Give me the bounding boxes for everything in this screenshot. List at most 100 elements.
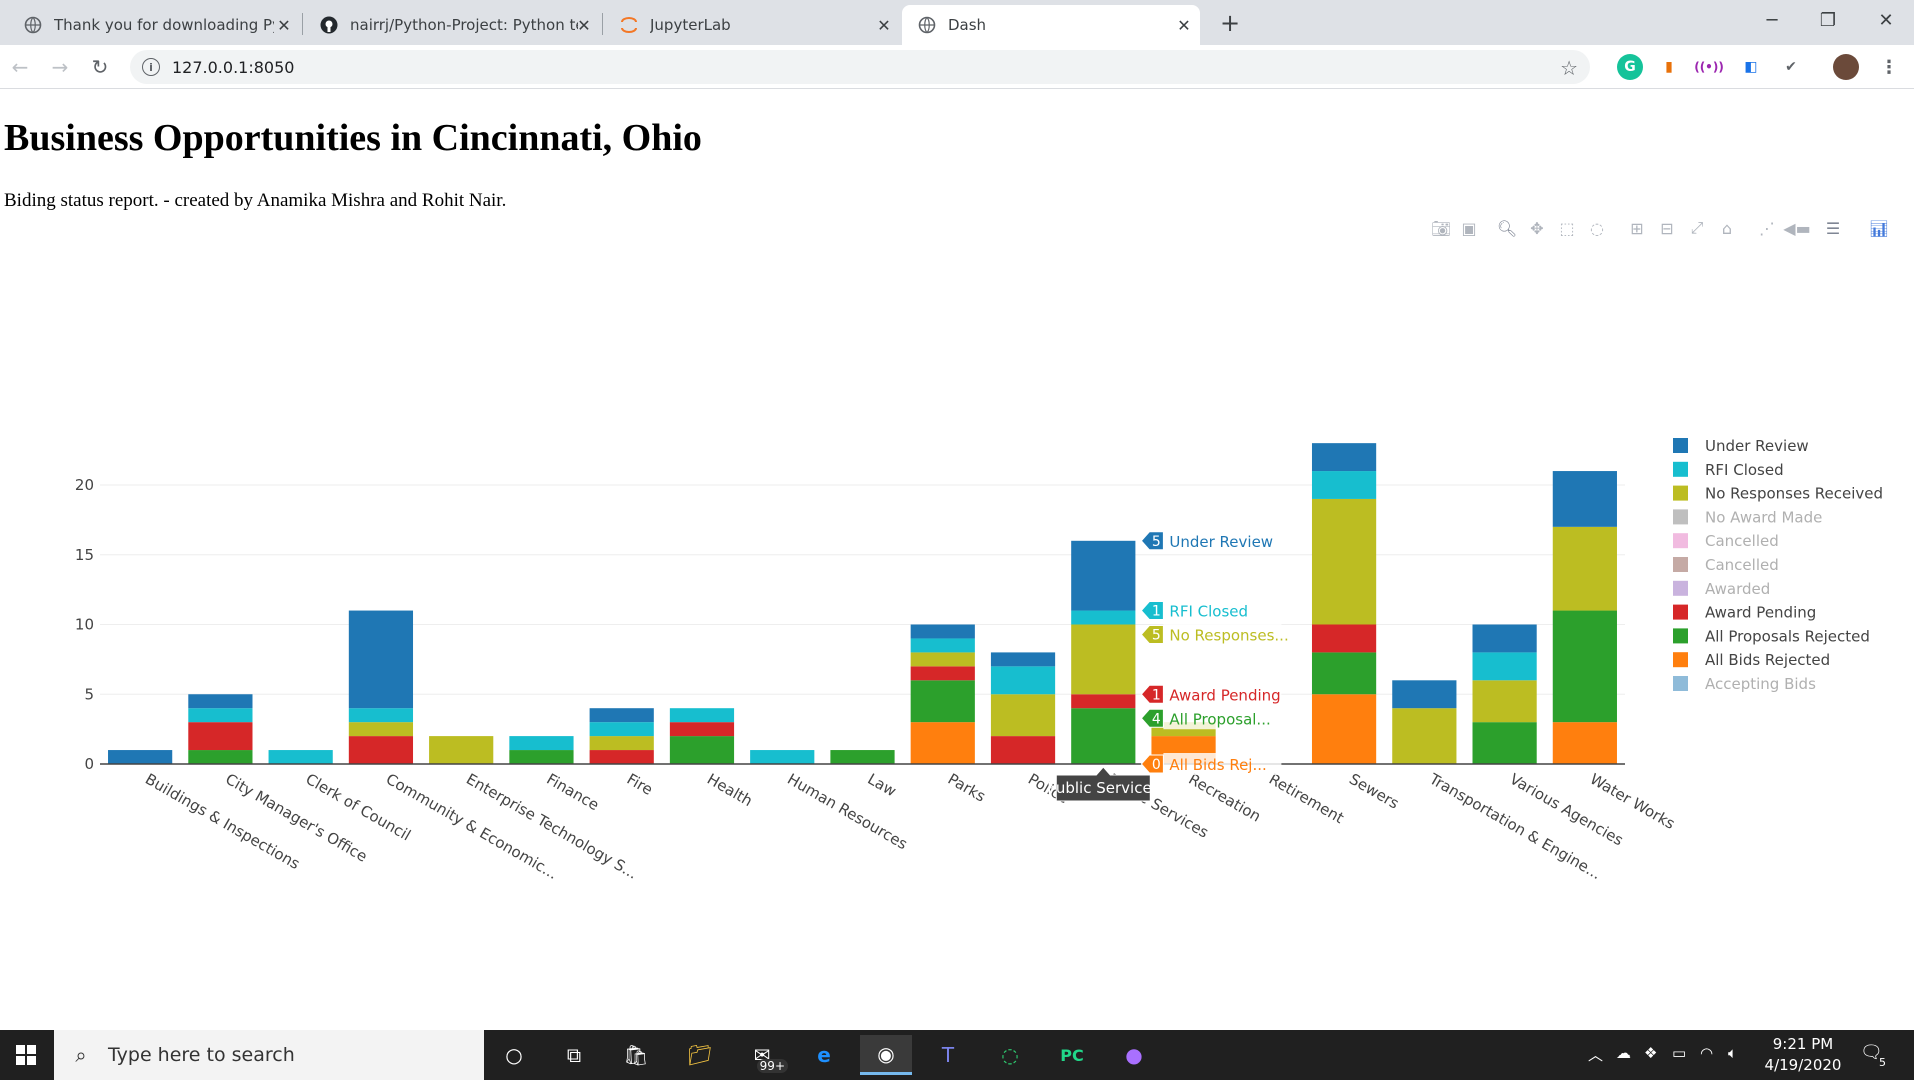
github-desktop-icon[interactable]: ● <box>1108 1035 1160 1075</box>
file-explorer-icon[interactable]: 📁︎ <box>674 1035 726 1075</box>
tab-jupyterlab[interactable]: JupyterLab ✕ <box>604 5 900 45</box>
tab-close-icon[interactable]: ✕ <box>874 15 894 35</box>
legend-label: Accepting Bids <box>1705 675 1816 693</box>
dropbox-icon[interactable]: ❖ <box>1644 1044 1657 1062</box>
restore-button[interactable]: ❐ <box>1800 0 1856 40</box>
bar-segment <box>990 694 1056 737</box>
legend-item[interactable]: Under Review <box>1673 437 1809 455</box>
forward-button[interactable]: → <box>44 51 76 83</box>
edge-icon[interactable]: e <box>798 1035 850 1075</box>
address-bar[interactable]: i 127.0.0.1:8050 ☆ <box>130 50 1590 84</box>
save-icon[interactable]: ▣ <box>1458 217 1480 239</box>
tab-close-icon[interactable]: ✕ <box>274 15 294 35</box>
legend: Under Review RFI Closed No Responses Recei… <box>1673 437 1883 693</box>
taskbar-clock[interactable]: 9:21 PM 4/19/2020 <box>1760 1034 1846 1076</box>
legend-item[interactable]: Accepting Bids <box>1673 675 1816 693</box>
bar-segment <box>910 652 975 667</box>
taskbar-search-box[interactable]: ⌕ Type here to search <box>54 1030 484 1080</box>
windows-start-icon[interactable] <box>0 1035 52 1075</box>
new-tab-button[interactable]: + <box>1215 8 1245 38</box>
hover-series-text: Under Review <box>1169 533 1273 551</box>
bar-segment <box>910 680 975 723</box>
bar-segment <box>910 638 975 653</box>
pan-icon[interactable]: ✥ <box>1526 217 1548 239</box>
axes: 05101520Buildings & InspectionsCity Mana… <box>75 476 1678 883</box>
lasso-icon[interactable]: ◌ <box>1586 217 1608 239</box>
hover-closest-icon[interactable]: ◀▬ <box>1783 217 1810 239</box>
bar-segment <box>750 750 815 764</box>
legend-item[interactable]: RFI Closed <box>1673 461 1784 479</box>
autoscale-icon[interactable]: ⤢ <box>1686 217 1708 239</box>
search-placeholder: Type here to search <box>108 1044 295 1066</box>
browser-toolbar: ← → ↻ i 127.0.0.1:8050 ☆ G ▮ ((•)) ◧ ✔ ⋮ <box>0 45 1914 89</box>
tab-divider <box>602 13 603 35</box>
info-icon[interactable]: i <box>142 58 160 76</box>
spike-lines-icon[interactable]: ⋰ <box>1756 217 1778 239</box>
plotly-logo-icon[interactable]: 📊︎ <box>1868 217 1890 239</box>
tab-dash[interactable]: Dash ✕ <box>902 5 1200 45</box>
battery-icon[interactable]: ▭ <box>1672 1044 1686 1062</box>
bar-segment <box>589 736 654 751</box>
box-select-icon[interactable]: ⬚ <box>1556 217 1578 239</box>
bookmark-star-icon[interactable]: ☆ <box>1560 56 1578 80</box>
legend-item[interactable]: No Responses Received <box>1673 485 1883 503</box>
tab-pycharm-download[interactable]: Thank you for downloading PyCh ✕ <box>8 5 300 45</box>
browser-menu-icon[interactable]: ⋮ <box>1876 54 1902 80</box>
minimize-button[interactable]: ─ <box>1744 0 1800 40</box>
check-extension-icon[interactable]: ✔ <box>1778 54 1804 80</box>
broadcast-extension-icon[interactable]: ((•)) <box>1694 54 1724 80</box>
legend-swatch <box>1673 676 1688 691</box>
show-hidden-icons[interactable]: ︿ <box>1588 1044 1603 1065</box>
teams-icon[interactable]: T <box>922 1035 974 1075</box>
tab-github[interactable]: nairrj/Python-Project: Python tea ✕ <box>304 5 600 45</box>
legend-item[interactable]: All Bids Rejected <box>1673 651 1830 669</box>
bar-segment <box>1472 722 1537 764</box>
reader-extension-icon[interactable]: ◧ <box>1738 54 1764 80</box>
close-window-button[interactable]: ✕ <box>1858 0 1914 40</box>
legend-swatch <box>1673 509 1688 525</box>
page-subtitle: Biding status report. - created by Anami… <box>4 190 507 211</box>
cortana-icon[interactable]: ○ <box>488 1035 540 1075</box>
bar-segment <box>1311 471 1377 499</box>
hover-series-text: RFI Closed <box>1169 603 1248 621</box>
legend-item[interactable]: Cancelled <box>1673 532 1779 550</box>
x-tick-label: Retirement <box>1266 770 1347 827</box>
bar-segment <box>188 722 253 751</box>
tab-title: nairrj/Python-Project: Python tea <box>350 16 578 34</box>
store-icon[interactable]: 🛍︎ <box>610 1035 662 1075</box>
legend-item[interactable]: All Proposals Rejected <box>1673 627 1870 645</box>
grammarly-extension-icon[interactable]: G <box>1617 54 1643 80</box>
legend-item[interactable]: Cancelled <box>1673 556 1779 574</box>
y-tick-label: 20 <box>75 476 94 494</box>
task-view-icon[interactable]: ⧉ <box>548 1035 600 1075</box>
chrome-icon[interactable]: ◉ <box>860 1035 912 1075</box>
legend-label: No Responses Received <box>1705 485 1883 503</box>
avatar[interactable] <box>1833 54 1859 80</box>
hover-value: 5 <box>1152 628 1161 644</box>
tab-title: Dash <box>948 16 987 34</box>
zoom-out-icon[interactable]: ⊟ <box>1656 217 1678 239</box>
hover-compare-icon[interactable]: ☰ <box>1822 217 1844 239</box>
legend-item[interactable]: No Award Made <box>1673 508 1822 526</box>
zoom-icon[interactable]: 🔍︎ <box>1496 217 1518 239</box>
home-icon[interactable]: ⌂ <box>1716 217 1738 239</box>
camera-icon[interactable]: 📷︎ <box>1430 217 1452 239</box>
tab-close-icon[interactable]: ✕ <box>574 15 594 35</box>
legend-label: Cancelled <box>1705 532 1779 550</box>
pycharm-icon[interactable]: PC <box>1046 1035 1098 1075</box>
bar-segment <box>1472 652 1537 681</box>
reload-button[interactable]: ↻ <box>84 51 116 83</box>
extension-icon[interactable]: ▮ <box>1656 54 1682 80</box>
zoom-in-icon[interactable]: ⊞ <box>1626 217 1648 239</box>
legend-item[interactable]: Award Pending <box>1673 604 1816 622</box>
back-button[interactable]: ← <box>4 51 36 83</box>
onedrive-icon[interactable]: ☁ <box>1616 1044 1631 1062</box>
volume-icon[interactable]: 🔈︎ <box>1728 1044 1737 1062</box>
mail-icon[interactable]: ✉ 99+ <box>736 1035 788 1075</box>
dash-page: Business Opportunities in Cincinnati, Oh… <box>0 90 1914 1030</box>
wifi-icon[interactable]: ◠ <box>1700 1044 1713 1062</box>
legend-item[interactable]: Awarded <box>1673 580 1770 598</box>
tab-close-icon[interactable]: ✕ <box>1174 15 1194 35</box>
gridlines <box>100 484 1625 695</box>
loading-app-icon[interactable]: ◌ <box>984 1035 1036 1075</box>
